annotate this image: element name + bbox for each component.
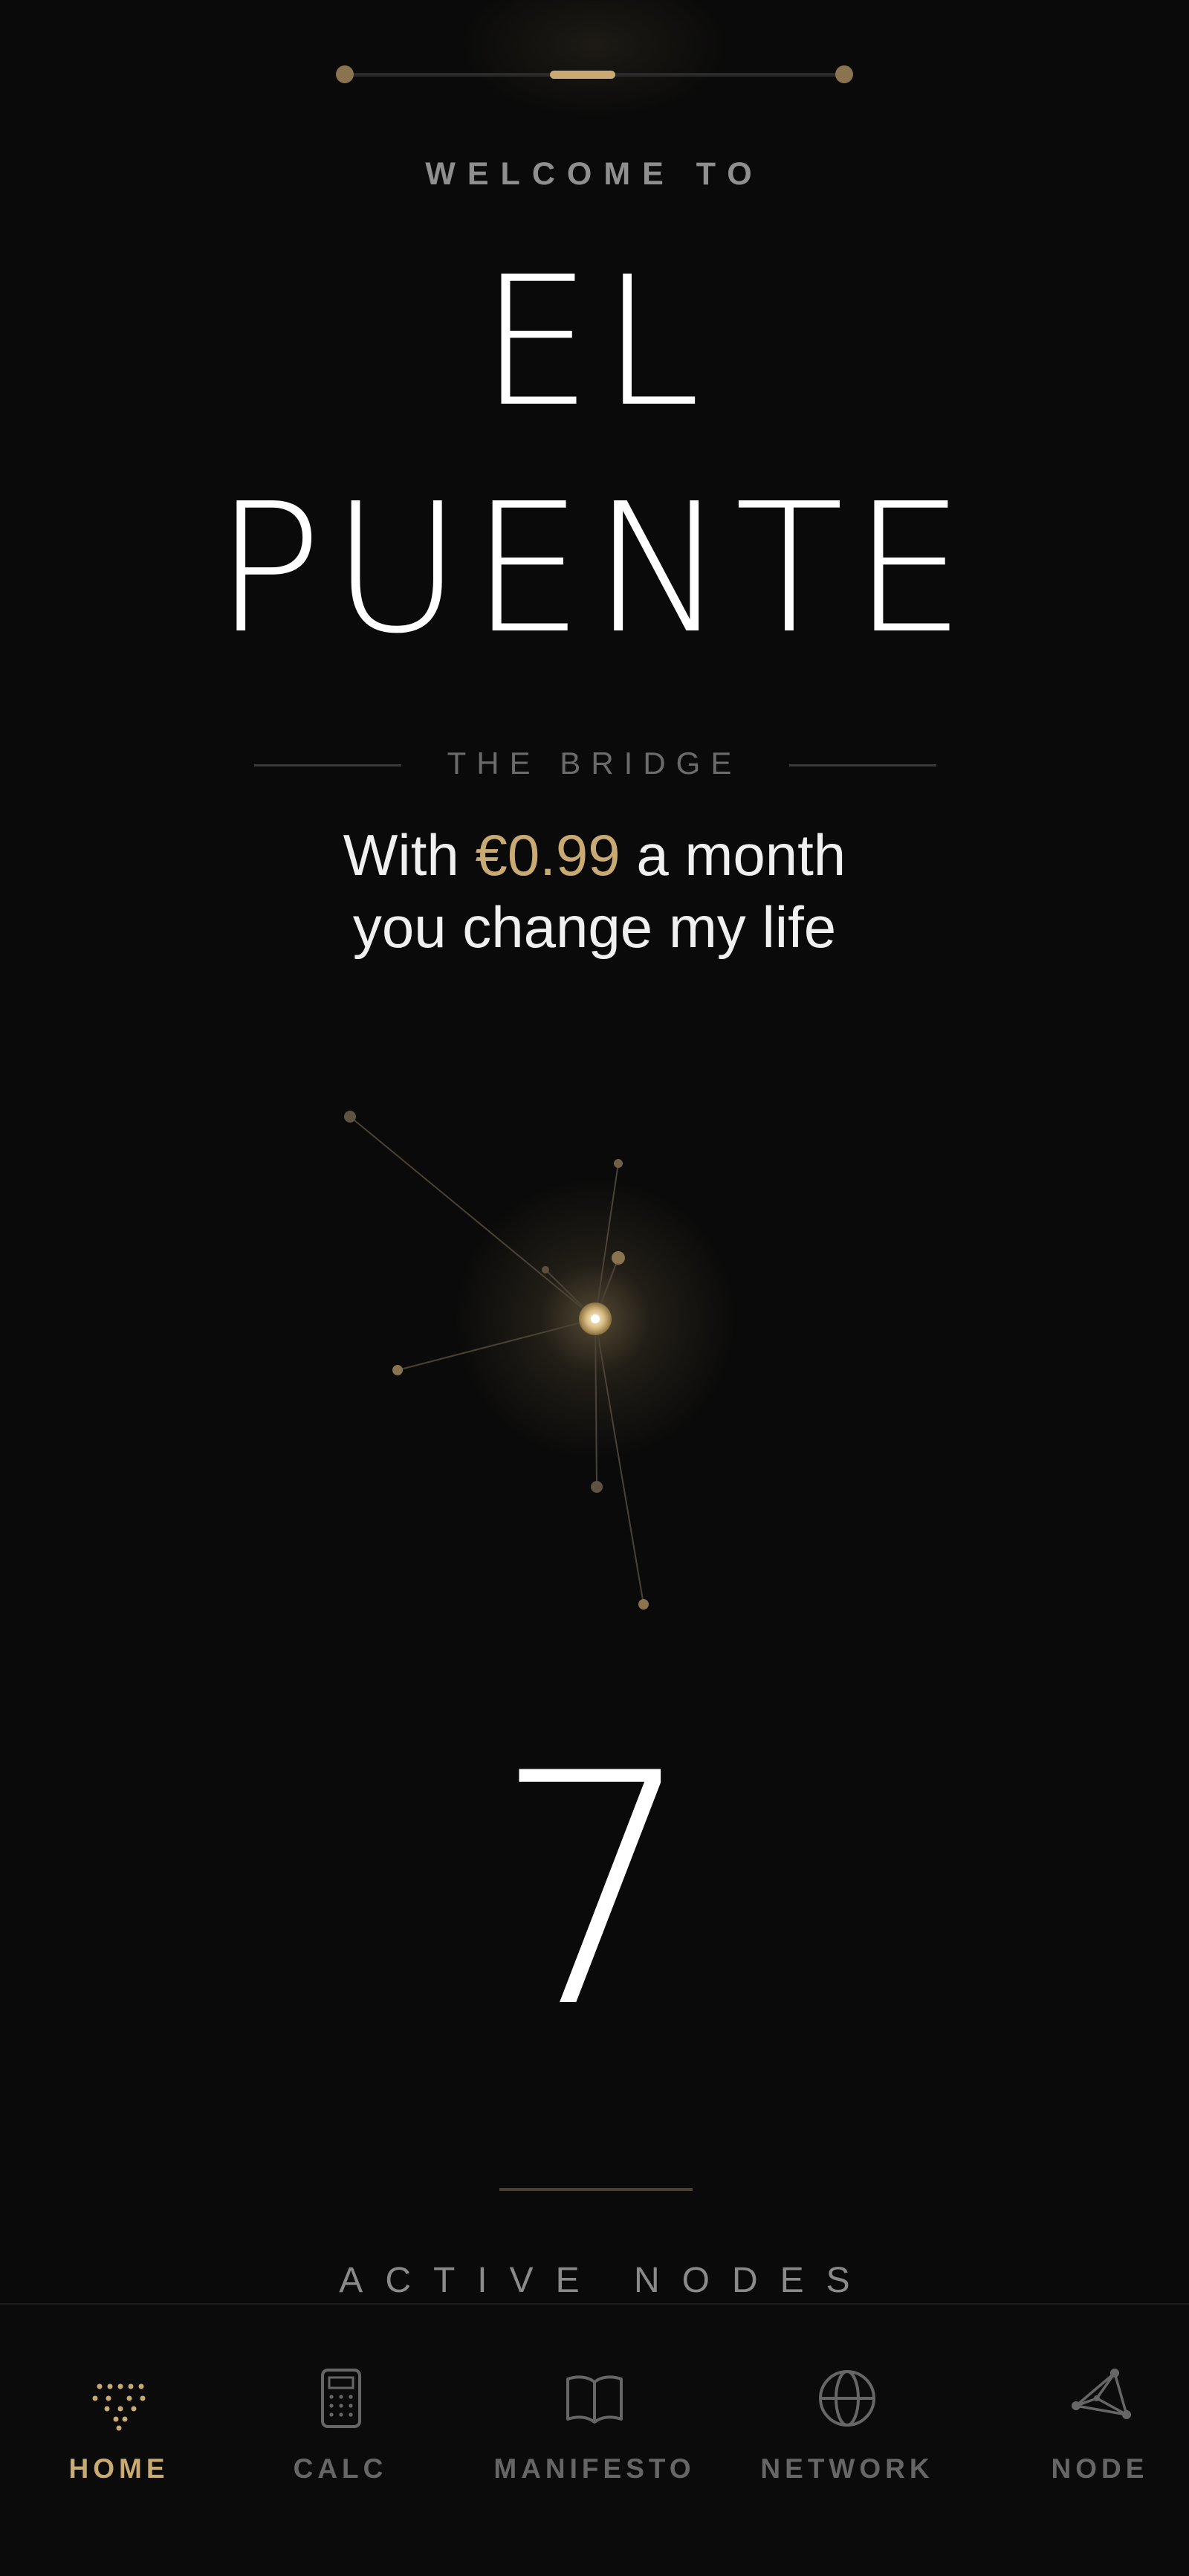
active-nodes-count: 7: [493, 1706, 696, 2078]
tagline-suffix: a month: [636, 822, 846, 888]
bottom-navigation: HOME CALC MANIFESTO NETWORK NODE: [0, 2303, 1189, 2576]
tab-calc[interactable]: CALC: [221, 2305, 459, 2484]
active-nodes-label: ACTIVE NODES: [339, 2261, 872, 2300]
divider-right: [789, 764, 936, 766]
subtitle-row: THE BRIDGE: [0, 746, 1189, 783]
node-graph-icon: [1072, 2369, 1131, 2419]
center-node-core: [591, 1314, 600, 1323]
dots-triangle-icon: [92, 2383, 146, 2431]
home-screen: WELCOME TO EL PUENTE THE BRIDGE With €0.…: [0, 0, 1189, 2576]
calculator-icon: [321, 2369, 361, 2428]
network-node: [542, 1266, 549, 1274]
tab-network[interactable]: NETWORK: [728, 2305, 966, 2484]
book-icon: [566, 2375, 623, 2424]
tagline-price: €0.99: [475, 822, 621, 888]
subtitle: THE BRIDGE: [447, 746, 742, 781]
tab-node-label: NODE: [1051, 2453, 1149, 2484]
network-node: [344, 1111, 356, 1123]
network-node: [591, 1481, 603, 1493]
tab-manifesto[interactable]: MANIFESTO: [476, 2305, 713, 2484]
app-title-line1: EL: [479, 238, 710, 446]
tab-calc-label: CALC: [293, 2453, 388, 2484]
tab-network-label: NETWORK: [760, 2453, 934, 2484]
page-dot-last[interactable]: [835, 65, 853, 83]
network-node: [392, 1365, 403, 1375]
tab-node[interactable]: NODE: [981, 2305, 1189, 2484]
tab-home[interactable]: HOME: [0, 2305, 238, 2484]
page-indicator: [336, 65, 853, 83]
page-dot-active[interactable]: [550, 71, 615, 79]
welcome-label: WELCOME TO: [425, 156, 764, 192]
tagline-prefix: With: [343, 822, 459, 888]
network-node: [638, 1599, 649, 1610]
network-node: [612, 1251, 625, 1265]
app-title-line2: PUENTE: [215, 465, 974, 673]
count-divider: [499, 2188, 693, 2191]
tab-home-label: HOME: [68, 2453, 169, 2484]
tab-manifesto-label: MANIFESTO: [493, 2453, 696, 2484]
tagline-line1: With €0.99 a month: [0, 819, 1189, 891]
globe-icon: [819, 2370, 875, 2427]
tagline-line2: you change my life: [352, 894, 837, 960]
page-dot-first[interactable]: [336, 65, 354, 83]
node-network-graphic: [344, 1111, 736, 1610]
network-node: [614, 1159, 623, 1168]
tagline: With €0.99 a month you change my life: [0, 819, 1189, 963]
